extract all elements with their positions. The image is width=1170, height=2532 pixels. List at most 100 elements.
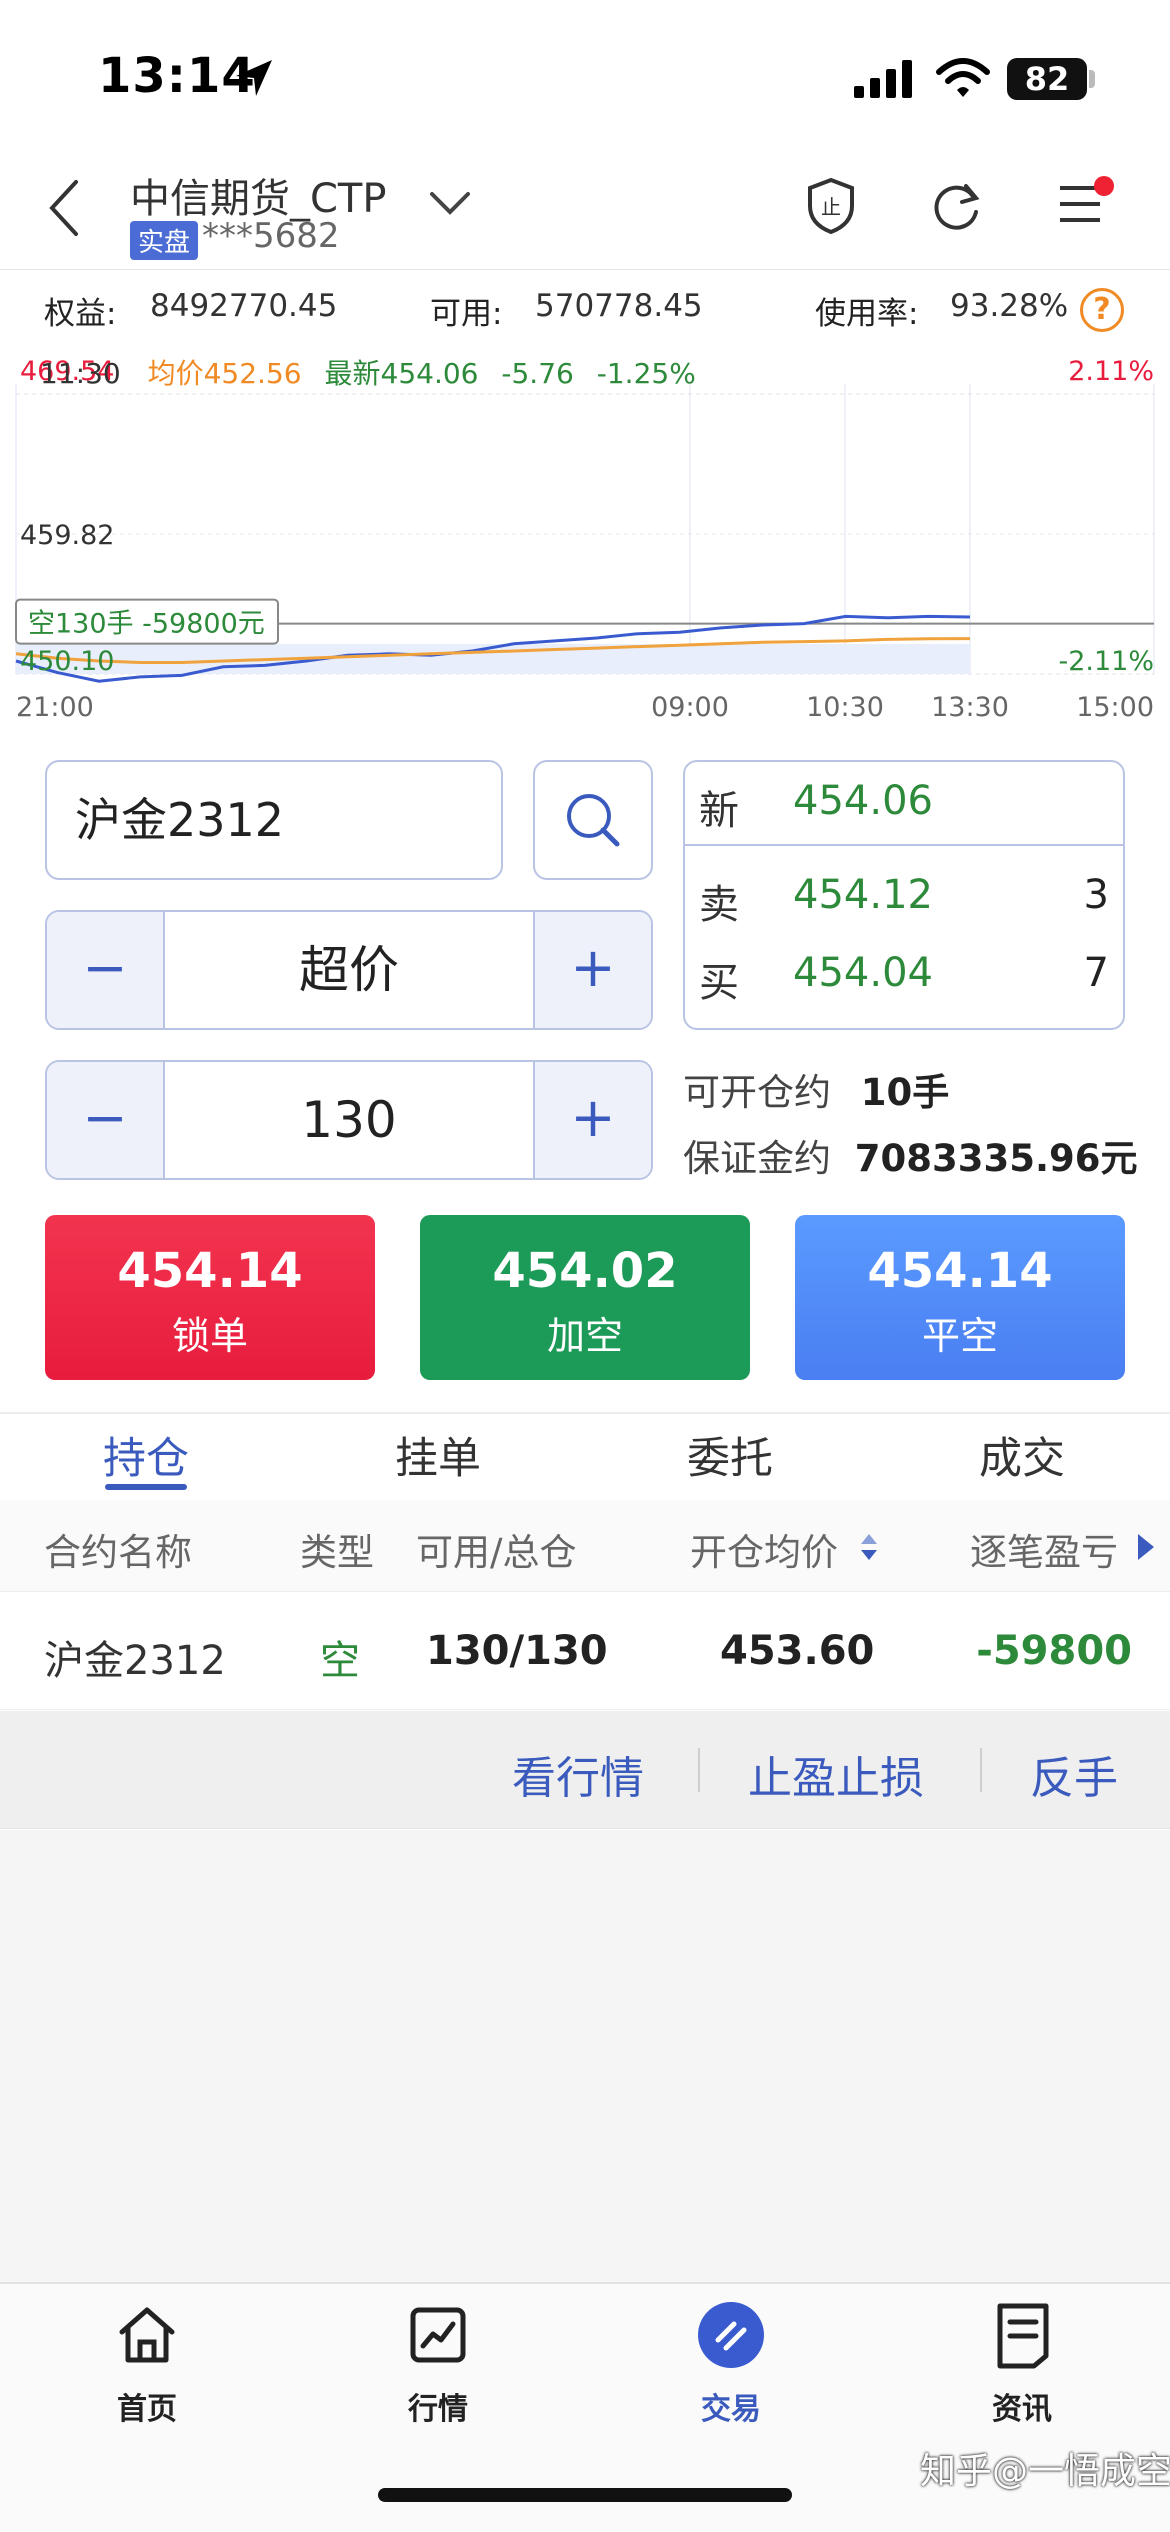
search-button[interactable] [533, 760, 653, 880]
help-icon[interactable]: ? [1080, 288, 1124, 332]
chart-pct-low: -2.11% [1058, 646, 1154, 677]
battery-tip [1089, 70, 1095, 88]
chart-y-mid: 459.82 [20, 520, 114, 551]
stop-loss-shield-icon[interactable]: 止 [804, 176, 858, 236]
chart-avg-price: 均价452.56 [147, 357, 302, 390]
chart-x-tick: 21:00 [16, 692, 94, 723]
quantity-decrease-button[interactable]: − [47, 1062, 165, 1178]
bid-volume: 7 [1083, 950, 1109, 996]
usage-value: 93.28% [950, 288, 1069, 324]
last-price-value: 454.06 [793, 778, 933, 824]
price-increase-button[interactable]: + [533, 912, 651, 1028]
openable-value: 10手 [860, 1071, 950, 1114]
active-tab-indicator [105, 1484, 187, 1490]
column-open-avg-price[interactable]: 开仓均价 [690, 1522, 838, 1576]
chart-info-bar: 11:30 均价452.56 最新454.06 -5.76 -1.25% [40, 352, 696, 392]
position-tag: 空130手 -59800元 [28, 609, 265, 640]
equity-label: 权益: [44, 296, 117, 332]
reverse-position-button[interactable]: 反手 [1030, 1742, 1118, 1806]
table-row[interactable]: 沪金2312 空 130/130 453.60 -59800 [0, 1592, 1170, 1710]
table-header: 合约名称 类型 可用/总仓 开仓均价 逐笔盈亏 [0, 1500, 1170, 1592]
sort-icon[interactable] [858, 1530, 880, 1564]
ask-volume: 3 [1083, 872, 1109, 918]
price-type-stepper: − 超价 + [45, 910, 653, 1030]
bid-price[interactable]: 454.04 [793, 950, 933, 996]
chart-change: -5.76 [501, 357, 574, 390]
nav-news[interactable]: 资讯 [922, 2384, 1122, 2428]
row-pnl: -59800 [976, 1628, 1132, 1674]
margin-label: 保证金约 [683, 1137, 831, 1180]
ask-price[interactable]: 454.12 [793, 872, 933, 918]
view-quote-button[interactable]: 看行情 [512, 1742, 644, 1806]
nav-trade[interactable]: 交易 [631, 2384, 831, 2428]
tab-pending-orders[interactable]: 挂单 [292, 1424, 584, 1486]
nav-market[interactable]: 行情 [338, 2384, 538, 2428]
chart-x-tick: 13:30 [931, 692, 1009, 723]
chart-last-price: 最新454.06 [324, 357, 479, 390]
close-short-button[interactable]: 454.14 平空 [795, 1215, 1125, 1380]
back-icon[interactable] [44, 176, 84, 240]
quantity-increase-button[interactable]: + [533, 1062, 651, 1178]
close-short-label: 平空 [921, 1314, 998, 1358]
price-type-value[interactable]: 超价 [165, 912, 533, 1028]
account-number: ***5682 [202, 216, 340, 256]
close-short-price: 454.14 [867, 1243, 1053, 1299]
refresh-icon[interactable] [930, 178, 984, 234]
svg-text:止: 止 [821, 195, 841, 219]
lock-price: 454.14 [117, 1243, 303, 1299]
row-qty: 130/130 [426, 1628, 608, 1674]
tab-positions[interactable]: 持仓 [0, 1424, 292, 1486]
margin-value: 7083335.96元 [854, 1137, 1138, 1180]
chevron-down-icon[interactable] [428, 188, 472, 218]
column-contract: 合约名称 [44, 1531, 192, 1574]
column-available-total: 可用/总仓 [416, 1531, 577, 1574]
add-short-button[interactable]: 454.02 加空 [420, 1215, 750, 1380]
cellular-signal-icon [854, 60, 912, 98]
chart-change-pct: -1.25% [596, 357, 696, 390]
chart-pct-high: 2.11% [1068, 356, 1154, 387]
available-value: 570778.45 [535, 288, 703, 324]
search-icon [567, 794, 620, 847]
trade-icon[interactable] [696, 2300, 766, 2370]
tab-orders[interactable]: 委托 [584, 1424, 876, 1486]
lock-label: 锁单 [171, 1314, 248, 1358]
intraday-chart[interactable]: 469.54 459.82 450.10 2.11% -2.11% 空130手 -5980… [0, 344, 1170, 728]
add-short-label: 加空 [546, 1314, 623, 1358]
chart-x-tick: 10:30 [806, 692, 884, 723]
equity-value: 8492770.45 [150, 288, 338, 324]
empty-list-area [0, 1830, 1170, 2282]
price-decrease-button[interactable]: − [47, 912, 165, 1028]
location-arrow-icon [236, 60, 272, 96]
usage-label: 使用率: [815, 296, 919, 332]
watermark: 知乎@一悟成空 [920, 2451, 1170, 2492]
openable-info: 可开仓约 10手 [683, 1062, 949, 1116]
chart-time: 11:30 [40, 357, 121, 390]
column-pnl: 逐笔盈亏 [970, 1531, 1118, 1574]
quote-panel: 新 454.06 卖 454.12 3 买 454.04 7 [683, 760, 1125, 1030]
add-short-price: 454.02 [492, 1243, 678, 1299]
chart-x-tick: 15:00 [1076, 692, 1154, 723]
home-icon[interactable] [114, 2302, 180, 2368]
wifi-icon [936, 58, 990, 97]
available-label: 可用: [430, 296, 503, 332]
tab-trades[interactable]: 成交 [876, 1424, 1168, 1486]
quantity-value[interactable]: 130 [165, 1062, 533, 1178]
market-chart-icon[interactable] [405, 2302, 471, 2368]
lock-button[interactable]: 454.14 锁单 [45, 1215, 375, 1380]
contract-input[interactable]: 沪金2312 [45, 760, 503, 880]
nav-home[interactable]: 首页 [47, 2384, 247, 2428]
ask-label: 卖 [699, 882, 739, 928]
column-type: 类型 [300, 1531, 374, 1574]
scroll-right-icon[interactable] [1134, 1530, 1158, 1564]
home-indicator [378, 2488, 792, 2502]
take-profit-stop-loss-button[interactable]: 止盈止损 [748, 1742, 924, 1806]
row-contract: 沪金2312 [44, 1638, 226, 1684]
row-avg-price: 453.60 [720, 1628, 875, 1674]
margin-info: 保证金约 7083335.96元 [683, 1128, 1138, 1182]
chart-y-low: 450.10 [20, 646, 114, 677]
menu-icon[interactable] [1054, 172, 1120, 236]
action-separator [980, 1748, 982, 1792]
quote-divider [685, 844, 1123, 846]
openable-label: 可开仓约 [683, 1071, 831, 1114]
news-icon[interactable] [990, 2300, 1056, 2370]
